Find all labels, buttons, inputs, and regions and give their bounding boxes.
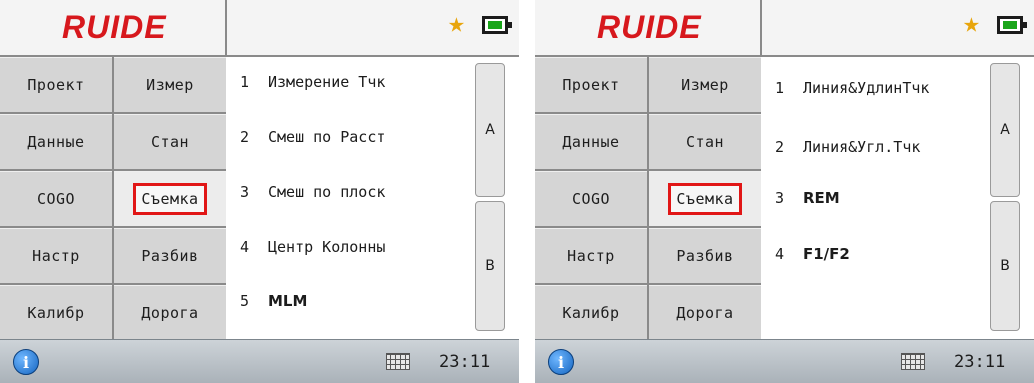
clock: 23:11 xyxy=(439,352,491,372)
info-icon[interactable]: i xyxy=(548,349,574,375)
list-item[interactable]: 1 Линия&УдлинТчк xyxy=(775,73,929,103)
logo-area: RUIDE xyxy=(535,0,762,55)
tab-a[interactable]: A xyxy=(475,63,505,197)
menu-road-button[interactable]: Дорога xyxy=(114,285,226,340)
menu-data-button[interactable]: Данные xyxy=(0,114,112,169)
menu-road-button[interactable]: Дорога xyxy=(649,285,761,340)
menu-stakeout-button[interactable]: Разбив xyxy=(649,228,761,283)
left-screen: RUIDE ★ Проект Измер Данные Стан COGO Съ… xyxy=(0,0,519,383)
tab-b[interactable]: B xyxy=(475,201,505,331)
star-icon[interactable]: ★ xyxy=(963,9,980,37)
menu-station-button[interactable]: Стан xyxy=(649,114,761,169)
taskbar: i 23:11 xyxy=(0,339,519,383)
menu-data-button[interactable]: Данные xyxy=(535,114,647,169)
menu-project-button[interactable]: Проект xyxy=(0,57,112,112)
keyboard-icon[interactable] xyxy=(901,353,925,370)
list-item[interactable]: 2 Смеш по Расст xyxy=(240,122,385,152)
page-tabs: A B xyxy=(471,57,509,339)
selected-highlight: Съемка xyxy=(133,183,207,215)
menu-measure-button[interactable]: Измер xyxy=(649,57,761,112)
menu-calib-button[interactable]: Калибр xyxy=(535,285,647,340)
menu-cogo-button[interactable]: COGO xyxy=(0,171,112,226)
list-item[interactable]: 2 Линия&Угл.Тчк xyxy=(775,132,920,162)
list-item[interactable]: 3 REM xyxy=(775,183,840,213)
logo-area: RUIDE xyxy=(0,0,227,55)
keyboard-icon[interactable] xyxy=(386,353,410,370)
list-item[interactable]: 5 MLM xyxy=(240,286,307,316)
function-list: 1 Измерение Тчк 2 Смеш по Расст 3 Смеш по п… xyxy=(228,57,471,339)
menu-station-button[interactable]: Стан xyxy=(114,114,226,169)
clock: 23:11 xyxy=(954,352,1006,372)
menu-measure-button[interactable]: Измер xyxy=(114,57,226,112)
menu-survey-button[interactable]: Съемка xyxy=(114,171,226,226)
page-tabs: A B xyxy=(986,57,1024,339)
main-menu: Проект Измер Данные Стан COGO Съемка Нас… xyxy=(0,57,226,340)
list-item[interactable]: 3 Смеш по плоск xyxy=(240,177,385,207)
top-bar: RUIDE ★ xyxy=(535,0,1034,57)
brand-logo: RUIDE xyxy=(62,9,167,45)
list-item[interactable]: 1 Измерение Тчк xyxy=(240,67,385,97)
battery-icon xyxy=(997,16,1027,34)
menu-stakeout-button[interactable]: Разбив xyxy=(114,228,226,283)
menu-project-button[interactable]: Проект xyxy=(535,57,647,112)
brand-logo: RUIDE xyxy=(597,9,702,45)
menu-settings-button[interactable]: Настр xyxy=(535,228,647,283)
menu-settings-button[interactable]: Настр xyxy=(0,228,112,283)
right-screen: RUIDE ★ Проект Измер Данные Стан COGO Съ… xyxy=(535,0,1034,383)
selected-highlight: Съемка xyxy=(668,183,742,215)
star-icon[interactable]: ★ xyxy=(448,9,465,37)
menu-cogo-button[interactable]: COGO xyxy=(535,171,647,226)
function-list: 1 Линия&УдлинТчк 2 Линия&Угл.Тчк 3 REM 4 F1/… xyxy=(763,57,986,339)
taskbar: i 23:11 xyxy=(535,339,1034,383)
list-item[interactable]: 4 Центр Колонны xyxy=(240,232,385,262)
battery-icon xyxy=(482,16,512,34)
menu-calib-button[interactable]: Калибр xyxy=(0,285,112,340)
top-bar: RUIDE ★ xyxy=(0,0,519,57)
main-menu: Проект Измер Данные Стан COGO Съемка Нас… xyxy=(535,57,761,340)
menu-survey-button[interactable]: Съемка xyxy=(649,171,761,226)
tab-a[interactable]: A xyxy=(990,63,1020,197)
tab-b[interactable]: B xyxy=(990,201,1020,331)
list-item[interactable]: 4 F1/F2 xyxy=(775,239,850,269)
info-icon[interactable]: i xyxy=(13,349,39,375)
